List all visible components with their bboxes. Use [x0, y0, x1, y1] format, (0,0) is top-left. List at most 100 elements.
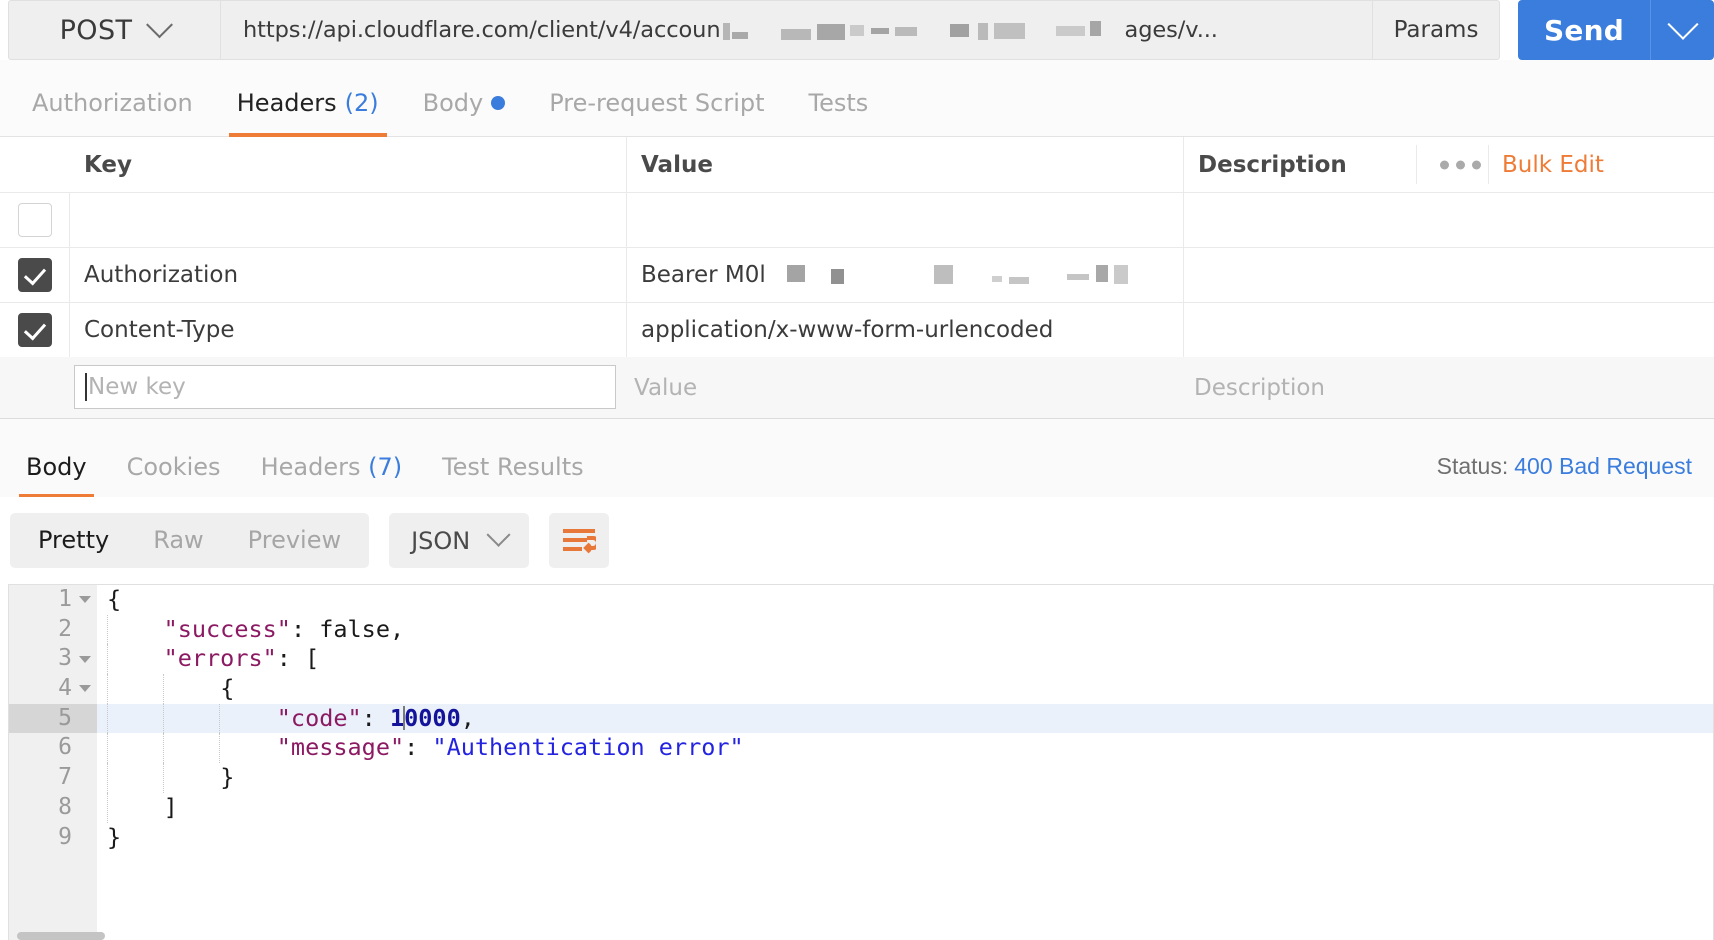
- code-line[interactable]: 7 }: [9, 763, 1713, 793]
- header-key-cell[interactable]: Content-Type: [70, 303, 627, 357]
- url-visible-suffix: ages/v...: [1124, 17, 1218, 43]
- response-body-toolbar: Pretty Raw Preview JSON: [0, 497, 1714, 584]
- checkbox-checked-icon[interactable]: [17, 313, 52, 347]
- header-value-cell[interactable]: Bearer M0l: [627, 248, 1184, 302]
- response-tab-test-results[interactable]: Test Results: [422, 453, 604, 497]
- horizontal-scrollbar[interactable]: [17, 932, 105, 940]
- code-line-text: }: [107, 763, 234, 793]
- url-visible-prefix: https://api.cloudflare.com/client/v4/acc…: [243, 17, 721, 43]
- request-tab-body[interactable]: Body: [401, 89, 528, 136]
- fold-arrow-icon[interactable]: [79, 655, 91, 663]
- indent-guide: [163, 674, 165, 704]
- indent-guide: [107, 733, 109, 764]
- response-tab-body[interactable]: Body: [6, 453, 107, 498]
- request-tab-headers[interactable]: Headers (2): [215, 89, 401, 137]
- column-header-value: Value: [627, 137, 1184, 192]
- view-mode-raw[interactable]: Raw: [131, 513, 225, 568]
- column-header-key-label: Key: [84, 151, 133, 178]
- headers-table: Key Value Description Bulk Edit Authoriz…: [0, 137, 1714, 358]
- response-tab-count: (7): [360, 453, 403, 481]
- line-number: 4: [9, 674, 97, 704]
- token-key: "message": [276, 733, 405, 762]
- header-row-checkbox-cell[interactable]: [0, 248, 70, 302]
- request-tab-label: Tests: [808, 89, 869, 117]
- line-number: 3: [9, 644, 97, 674]
- http-method-select[interactable]: POST: [8, 0, 220, 60]
- status-badge: Status: 400 Bad Request: [1437, 453, 1692, 480]
- checkbox-checked-icon[interactable]: [17, 258, 52, 292]
- line-number: 1: [9, 585, 97, 615]
- header-key-cell[interactable]: [70, 193, 627, 247]
- line-number: 8: [9, 793, 97, 823]
- checkbox-unchecked-icon[interactable]: [17, 203, 52, 237]
- header-row: Content-Type application/x-www-form-urlen…: [0, 303, 1714, 358]
- code-line[interactable]: 9}: [9, 823, 1713, 853]
- code-line[interactable]: 2 "success": false,: [9, 614, 1713, 645]
- token-punc: :: [404, 733, 433, 762]
- fold-arrow-icon[interactable]: [79, 685, 91, 693]
- fold-arrow-icon[interactable]: [79, 596, 91, 604]
- params-button[interactable]: Params: [1373, 0, 1500, 60]
- url-input[interactable]: https://api.cloudflare.com/client/v4/acc…: [220, 0, 1373, 60]
- code-line[interactable]: 3 "errors": [: [9, 644, 1713, 675]
- header-value-redacted-region: [772, 265, 1132, 285]
- code-line[interactable]: 6 "message": "Authentication error": [9, 733, 1713, 764]
- token-punc: :: [276, 644, 306, 673]
- header-row-checkbox-cell[interactable]: [0, 193, 70, 247]
- response-tab-headers[interactable]: Headers (7): [241, 453, 423, 497]
- code-line[interactable]: 8 ]: [9, 792, 1713, 823]
- indent-guide: [107, 674, 109, 704]
- header-description-cell[interactable]: [1184, 248, 1714, 302]
- word-wrap-button[interactable]: [549, 513, 610, 568]
- column-header-key: Key: [70, 137, 627, 192]
- code-line-text: "errors": [: [107, 644, 320, 674]
- header-row-select-all-cell: [0, 137, 70, 192]
- response-tab-cookies[interactable]: Cookies: [107, 453, 241, 497]
- headers-table-header-row: Key Value Description Bulk Edit: [0, 137, 1714, 193]
- header-key-text: Content-Type: [84, 317, 235, 343]
- header-description-cell[interactable]: [1184, 193, 1714, 247]
- response-tab-label: Headers: [260, 453, 361, 481]
- send-options-button[interactable]: [1650, 0, 1714, 60]
- response-body-code-viewer[interactable]: 1{2 "success": false, 3 "errors": [4 {5 "…: [8, 584, 1714, 940]
- header-value-text: Bearer M0l: [641, 262, 766, 288]
- request-tab-pre-request-script[interactable]: Pre-request Script: [527, 89, 786, 136]
- line-number: 5: [9, 703, 97, 734]
- bulk-edit-button[interactable]: Bulk Edit: [1502, 152, 1604, 178]
- header-key-cell[interactable]: Authorization: [70, 248, 627, 302]
- token-punc: [: [305, 644, 320, 673]
- line-number: 7: [9, 763, 97, 793]
- token-punc: {: [220, 674, 235, 703]
- header-description-cell[interactable]: [1184, 303, 1714, 357]
- token-num: 0000: [404, 703, 461, 732]
- new-header-key-input[interactable]: New key: [74, 365, 616, 409]
- header-key-text: Authorization: [84, 262, 239, 288]
- code-line-text: ]: [107, 793, 178, 823]
- code-line[interactable]: 5 "code": 10000,: [9, 703, 1713, 734]
- request-tab-tests[interactable]: Tests: [787, 89, 891, 136]
- send-button[interactable]: Send: [1518, 0, 1650, 60]
- new-header-value-placeholder[interactable]: Value: [634, 375, 697, 401]
- header-value-cell[interactable]: [627, 193, 1184, 247]
- code-line-text: {: [107, 585, 121, 615]
- header-row-checkbox-cell[interactable]: [0, 303, 70, 357]
- line-number: 2: [9, 615, 97, 645]
- code-line[interactable]: 4 {: [9, 674, 1713, 704]
- ellipsis-icon[interactable]: [1430, 154, 1491, 175]
- new-header-description-placeholder[interactable]: Description: [1194, 375, 1325, 401]
- header-value-cell[interactable]: application/x-www-form-urlencoded: [627, 303, 1184, 357]
- response-format-select[interactable]: JSON: [389, 513, 530, 568]
- view-mode-preview[interactable]: Preview: [226, 513, 363, 568]
- new-header-key-placeholder: New key: [88, 374, 186, 400]
- status-value: 400 Bad Request: [1514, 453, 1692, 479]
- toolbar-divider-1: [1416, 145, 1417, 184]
- view-mode-pretty[interactable]: Pretty: [16, 513, 131, 568]
- code-line[interactable]: 1{: [9, 585, 1713, 615]
- line-number: 9: [9, 823, 97, 853]
- request-tab-authorization[interactable]: Authorization: [10, 89, 215, 136]
- header-row: [0, 193, 1714, 248]
- url-text: https://api.cloudflare.com/client/v4/acc…: [221, 17, 1218, 43]
